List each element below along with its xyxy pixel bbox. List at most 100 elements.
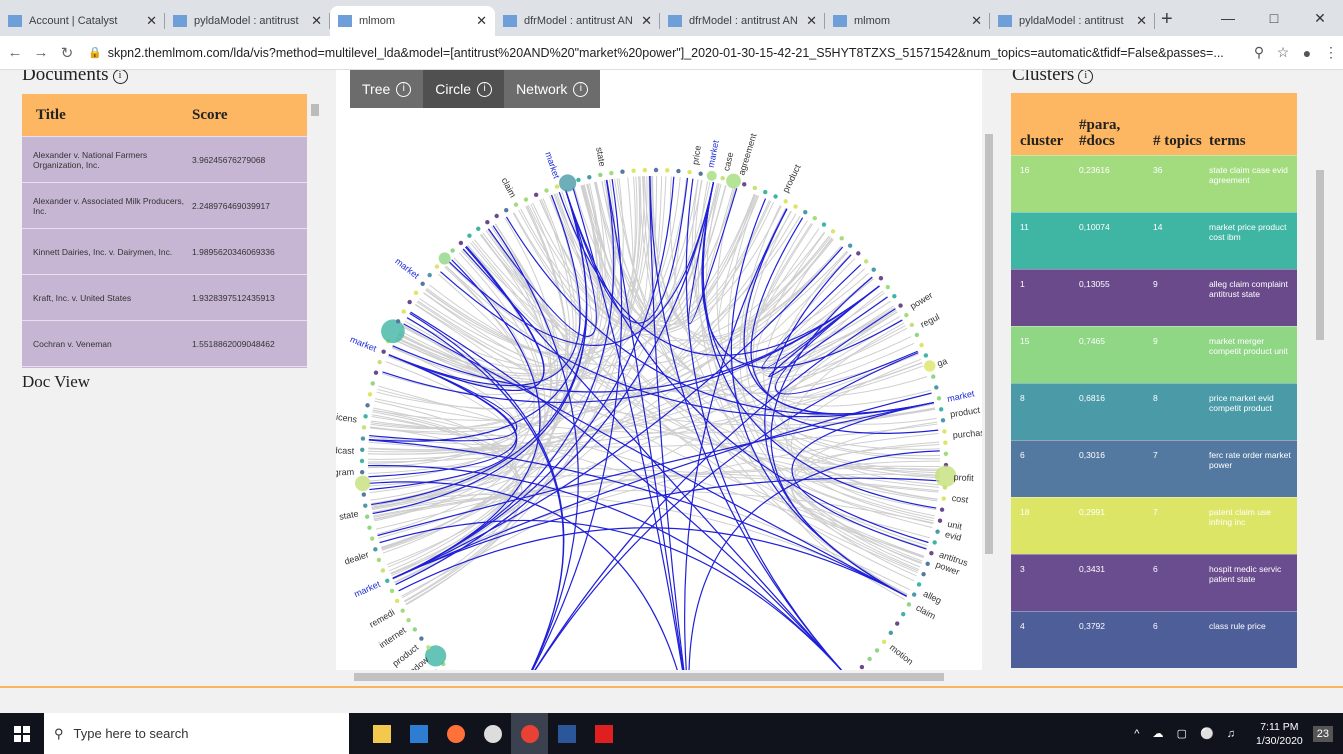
topic-node[interactable]: [676, 168, 681, 174]
column-header-terms[interactable]: terms: [1209, 133, 1297, 149]
topic-node[interactable]: [426, 645, 431, 650]
menu-kebab-icon[interactable]: ⋮: [1319, 44, 1343, 61]
node-label[interactable]: licens: [336, 411, 358, 424]
node-label[interactable]: case: [721, 151, 735, 172]
browser-tab[interactable]: dfrModel : antitrust AN ✕: [660, 6, 825, 36]
topic-node[interactable]: [359, 458, 365, 464]
topic-node[interactable]: [476, 226, 481, 231]
topic-node[interactable]: [389, 588, 395, 594]
browser-tab[interactable]: pyldaModel : antitrust ✕: [165, 6, 330, 36]
table-row[interactable]: Alexander v. Associated Milk Producers, …: [22, 182, 307, 228]
topic-node[interactable]: [706, 170, 717, 181]
topic-node[interactable]: [901, 611, 906, 617]
topic-node[interactable]: [885, 284, 891, 290]
topic-node[interactable]: [360, 447, 365, 452]
topic-node[interactable]: [400, 608, 405, 613]
topic-node[interactable]: [878, 276, 884, 281]
topic-node[interactable]: [467, 233, 472, 238]
node-label[interactable]: purchas: [952, 427, 982, 440]
column-header-score[interactable]: Score: [192, 107, 228, 124]
column-header-para-docs[interactable]: #para, #docs: [1079, 117, 1153, 149]
topic-node[interactable]: [911, 592, 917, 597]
table-row[interactable]: Case-Swayne Co. v. Sunkist1.456041634082…: [22, 366, 307, 368]
topic-node[interactable]: [942, 485, 948, 490]
topic-node[interactable]: [931, 374, 936, 379]
topic-node[interactable]: [631, 168, 636, 173]
url-input[interactable]: 🔒 skpn2.themlmom.com/lda/vis?method=mult…: [82, 39, 1247, 66]
profile-icon[interactable]: ●: [1295, 45, 1319, 61]
topic-node[interactable]: [921, 572, 926, 577]
topic-node[interactable]: [381, 349, 386, 354]
close-tab-icon[interactable]: ✕: [311, 13, 322, 29]
topic-node[interactable]: [385, 578, 390, 583]
topic-node[interactable]: [874, 648, 880, 653]
topic-node[interactable]: [360, 436, 366, 441]
node-label[interactable]: power: [908, 290, 934, 311]
tray-icons[interactable]: ^ ☁ ▢ ⚪ ♫: [1134, 727, 1240, 740]
topic-node[interactable]: [924, 360, 936, 372]
documents-scrollbar[interactable]: [309, 94, 321, 368]
column-header-title[interactable]: Title: [22, 107, 192, 124]
tab-circle[interactable]: Circle i: [423, 70, 505, 108]
topic-node[interactable]: [381, 319, 405, 344]
topic-node[interactable]: [407, 299, 412, 305]
node-label[interactable]: price: [690, 145, 703, 166]
settings-icon[interactable]: [474, 713, 511, 754]
topic-node[interactable]: [434, 264, 440, 269]
topic-node[interactable]: [773, 194, 778, 199]
topic-node[interactable]: [380, 568, 386, 573]
topic-node[interactable]: [856, 251, 861, 256]
topic-node[interactable]: [620, 169, 625, 174]
topic-node[interactable]: [943, 451, 949, 457]
topic-node[interactable]: [942, 429, 947, 434]
topic-node[interactable]: [720, 175, 725, 181]
topic-node[interactable]: [494, 213, 499, 219]
node-label[interactable]: product: [780, 162, 802, 194]
topic-node[interactable]: [783, 199, 788, 204]
node-label[interactable]: broadcast: [336, 445, 355, 456]
topic-node[interactable]: [598, 172, 603, 178]
close-tab-icon[interactable]: ✕: [146, 13, 157, 29]
cluster-row[interactable]: 3 0,3431 6 hospit medic servic patient stat…: [1011, 554, 1297, 611]
topic-node[interactable]: [373, 547, 378, 552]
topic-node[interactable]: [370, 536, 375, 541]
topic-node[interactable]: [367, 525, 372, 530]
viz-vertical-scrollbar[interactable]: [982, 70, 996, 684]
topic-node[interactable]: [904, 312, 909, 318]
page-scrollbar[interactable]: [1313, 70, 1327, 685]
topic-node[interactable]: [803, 210, 808, 215]
store-icon[interactable]: [400, 713, 437, 754]
node-label[interactable]: state: [338, 509, 359, 522]
topic-node[interactable]: [943, 440, 948, 445]
acrobat-icon[interactable]: [585, 713, 622, 754]
column-header-topics[interactable]: # topics: [1153, 133, 1209, 149]
table-row[interactable]: Cochran v. Veneman 1.5518862009048462: [22, 320, 307, 366]
topic-node[interactable]: [554, 184, 560, 189]
cluster-row[interactable]: 15 0,7465 9 market merger competit product …: [1011, 326, 1297, 383]
topic-node[interactable]: [359, 469, 365, 475]
topic-node[interactable]: [934, 385, 939, 390]
close-tab-icon[interactable]: ✕: [806, 13, 817, 29]
topic-node[interactable]: [406, 617, 411, 623]
topic-node[interactable]: [361, 425, 367, 430]
topic-node[interactable]: [370, 381, 375, 386]
topic-node[interactable]: [929, 551, 934, 556]
node-label[interactable]: internet: [377, 625, 408, 650]
zoom-icon[interactable]: ⚲: [1247, 44, 1271, 61]
topic-node[interactable]: [914, 332, 920, 338]
node-label[interactable]: alleg: [922, 588, 943, 605]
taskbar-search-input[interactable]: ⚲ Type here to search: [44, 713, 349, 754]
topic-node[interactable]: [906, 602, 912, 607]
node-label[interactable]: state: [594, 146, 607, 167]
topic-node[interactable]: [394, 598, 400, 604]
node-label[interactable]: motion: [888, 642, 915, 667]
node-label[interactable]: profit: [953, 472, 974, 483]
cluster-row[interactable]: 18 0,2991 7 patent claim use infring inc: [1011, 497, 1297, 554]
topic-node[interactable]: [513, 202, 519, 207]
topic-node[interactable]: [871, 267, 876, 272]
topic-node[interactable]: [419, 636, 424, 641]
topic-node[interactable]: [812, 216, 817, 221]
topic-node[interactable]: [559, 174, 577, 192]
node-label[interactable]: claim: [499, 176, 518, 199]
topic-node[interactable]: [859, 664, 865, 670]
